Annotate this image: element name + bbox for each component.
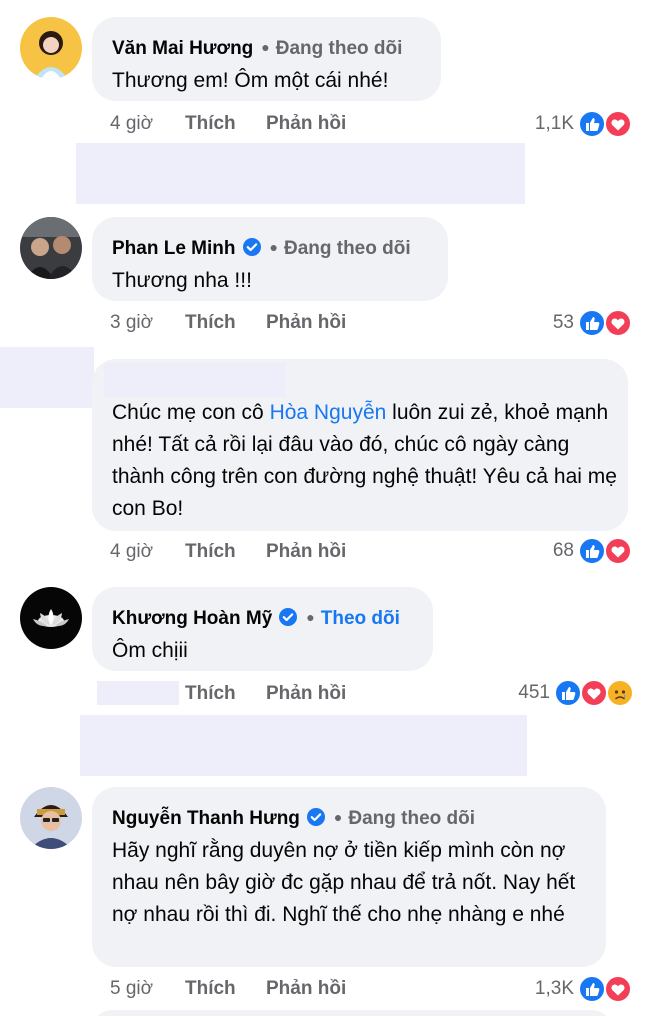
author-name[interactable]: Phan Le Minh [112,238,236,259]
reply-button[interactable]: Phản hồi [266,112,346,136]
separator-dot: ● [261,39,270,55]
like-reaction-icon [578,537,606,565]
comment-text: Thương nha !!! [112,269,252,292]
mention-link[interactable]: Hòa Nguyễn [270,401,387,424]
avatar[interactable] [20,587,82,649]
reaction-count: 451 [518,682,550,703]
author-name[interactable]: Nguyễn Thanh Hưng [112,808,300,829]
like-reaction-icon [554,679,582,707]
avatar[interactable] [20,217,82,279]
avatar[interactable] [20,787,82,849]
sad-reaction-icon [606,679,634,707]
follow-status[interactable]: Đang theo dõi [276,38,403,59]
verified-badge-icon [306,807,326,834]
love-reaction-icon [604,975,632,1003]
comment-actions: Thích Phản hồi [110,682,410,706]
author-name[interactable]: Văn Mai Hương [112,38,253,59]
like-reaction-icon [578,975,606,1003]
like-button[interactable]: Thích [185,540,236,564]
comment-text: Chúc mẹ con cô Hòa Nguyễn luôn zui zẻ, k… [112,397,622,525]
redacted-block [80,715,527,776]
comment-bubble: Phan Le Minh ● Đang theo dõi Thương nha !!… [92,217,448,301]
comment-actions: 5 giờ Thích Phản hồi [110,977,410,1001]
follow-status[interactable]: Đang theo dõi [348,808,475,829]
reply-button[interactable]: Phản hồi [266,682,346,706]
reaction-count: 68 [552,540,574,561]
like-reaction-icon [578,110,606,138]
reaction-summary[interactable]: 1,1K [520,110,634,138]
separator-dot: ● [269,239,278,255]
love-reaction-icon [580,679,608,707]
comment-text: Thương em! Ôm một cái nhé! [112,69,389,92]
redacted-block [0,347,94,408]
reaction-count: 53 [552,312,574,333]
like-button[interactable]: Thích [185,682,236,706]
reply-button[interactable]: Phản hồi [266,977,346,1001]
comment-bubble: Khương Hoàn Mỹ ● Theo dõi Ôm chịii [92,587,433,671]
comment-actions: 4 giờ Thích Phản hồi [110,112,410,136]
love-reaction-icon [604,537,632,565]
comment-actions: 3 giờ Thích Phản hồi [110,311,410,335]
love-reaction-icon [604,110,632,138]
avatar[interactable] [20,17,82,79]
timestamp[interactable]: 4 giờ [110,112,153,136]
reaction-count: 1,1K [534,113,574,134]
comment-text-part: Chúc mẹ con cô [112,401,270,424]
author-name[interactable]: Khương Hoàn Mỹ [112,608,272,629]
reaction-count: 1,3K [534,978,574,999]
timestamp[interactable]: 3 giờ [110,311,153,335]
reaction-summary[interactable]: 68 [520,537,634,565]
comment-text: Hãy nghĩ rằng duyên nợ ở tiền kiếp mình … [112,839,576,926]
like-reaction-icon [578,309,606,337]
separator-dot: ● [333,809,343,825]
comment-bubble: Nguyễn Thanh Hưng ● Đang theo dõi Hãy nghĩ… [92,787,606,967]
comment-text: Ôm chịii [112,639,188,662]
comment-actions: 4 giờ Thích Phản hồi [110,540,410,564]
reply-button[interactable]: Phản hồi [266,540,346,564]
timestamp[interactable]: 5 giờ [110,977,153,1001]
reply-button[interactable]: Phản hồi [266,311,346,335]
separator-dot: ● [306,609,315,625]
verified-badge-icon [278,607,298,634]
love-reaction-icon [604,309,632,337]
next-comment-bubble [92,1010,612,1016]
follow-button[interactable]: Theo dõi [321,608,400,629]
like-button[interactable]: Thích [185,977,236,1001]
timestamp[interactable]: 4 giờ [110,540,153,564]
redacted-block [76,143,525,204]
comment-bubble: Văn Mai Hương ● Đang theo dõi Thương em! Ô… [92,17,441,101]
reaction-summary[interactable]: 53 [520,309,634,337]
reaction-summary[interactable]: 1,3K [520,975,634,1003]
like-button[interactable]: Thích [185,112,236,136]
redacted-name [104,363,286,397]
follow-status[interactable]: Đang theo dõi [284,238,411,259]
like-button[interactable]: Thích [185,311,236,335]
verified-badge-icon [242,237,262,264]
comment-bubble: Chúc mẹ con cô Hòa Nguyễn luôn zui zẻ, k… [92,359,628,531]
reaction-summary[interactable]: 451 [500,679,640,707]
